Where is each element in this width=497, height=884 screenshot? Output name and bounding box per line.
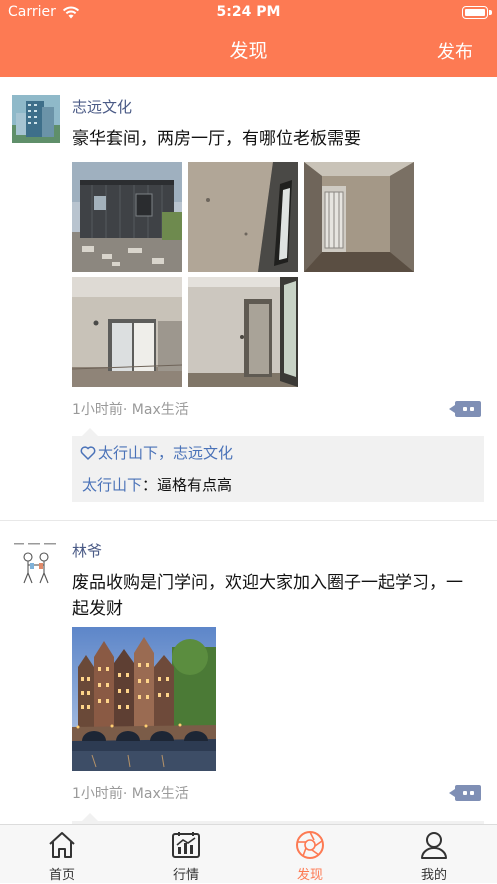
home-icon <box>49 832 75 858</box>
post-text: 废品收购是门学问，欢迎大家加入圈子一起学习，一起发财 <box>72 573 463 619</box>
comment-separator: ： <box>142 476 158 494</box>
likes-row: 太行山下，志远文化 <box>80 442 233 463</box>
market-chart-icon <box>172 832 200 858</box>
feed-post: 志远文化 豪华套间，两房一厅，有哪位老板需要 1小时前· Max生活 太行山下，… <box>0 77 497 517</box>
comment-line[interactable]: 太行山下：逼格有点高 <box>82 474 232 495</box>
post-photo[interactable] <box>72 627 216 771</box>
status-time: 5:24 PM <box>216 4 281 20</box>
post-photo[interactable] <box>72 162 182 272</box>
tab-discover[interactable]: 发现 <box>248 825 372 884</box>
battery-icon <box>462 6 492 19</box>
comment-icon[interactable] <box>449 401 481 417</box>
heart-icon <box>80 445 96 460</box>
likes-names[interactable]: 太行山下，志远文化 <box>98 442 233 463</box>
comment-icon[interactable] <box>449 785 481 801</box>
page-title: 发现 <box>229 40 268 62</box>
tab-label: 行情 <box>172 868 199 883</box>
publish-button[interactable]: 发布 <box>437 38 473 64</box>
post-username[interactable]: 林爷 <box>72 540 102 561</box>
comment-box: 太行山下，志远文化 太行山下：逼格有点高 <box>72 428 484 502</box>
post-text: 豪华套间，两房一厅，有哪位老板需要 <box>72 129 361 149</box>
tab-bar: 首页 行情 发现 我的 <box>0 824 497 883</box>
status-bar: Carrier 5:24 PM <box>0 0 497 26</box>
post-username[interactable]: 志远文化 <box>72 96 132 117</box>
avatar[interactable] <box>12 95 60 143</box>
post-photo[interactable] <box>188 162 298 272</box>
tab-label: 首页 <box>48 868 75 883</box>
feed-post: 林爷 废品收购是门学问，欢迎大家加入圈子一起学习，一起发财 1小时前· Max生… <box>0 521 497 824</box>
nav-header: Carrier 5:24 PM 发现 发布 <box>0 0 497 77</box>
tab-market[interactable]: 行情 <box>124 825 248 884</box>
post-meta: 1小时前· Max生活 <box>72 402 189 418</box>
profile-person-icon <box>421 832 447 859</box>
post-meta: 1小时前· Max生活 <box>72 786 189 802</box>
moments-feed[interactable]: 志远文化 豪华套间，两房一厅，有哪位老板需要 1小时前· Max生活 太行山下，… <box>0 77 497 824</box>
tab-profile[interactable]: 我的 <box>372 825 496 884</box>
discover-aperture-icon <box>296 831 324 859</box>
tab-label: 我的 <box>420 868 447 883</box>
tab-label: 发现 <box>296 868 323 883</box>
post-photo[interactable] <box>304 162 414 272</box>
comment-author[interactable]: 太行山下 <box>82 476 142 494</box>
avatar[interactable] <box>12 539 60 587</box>
post-photo[interactable] <box>188 277 298 387</box>
comment-text: 逼格有点高 <box>157 476 233 494</box>
post-photo[interactable] <box>72 277 182 387</box>
tab-home[interactable]: 首页 <box>0 825 124 884</box>
